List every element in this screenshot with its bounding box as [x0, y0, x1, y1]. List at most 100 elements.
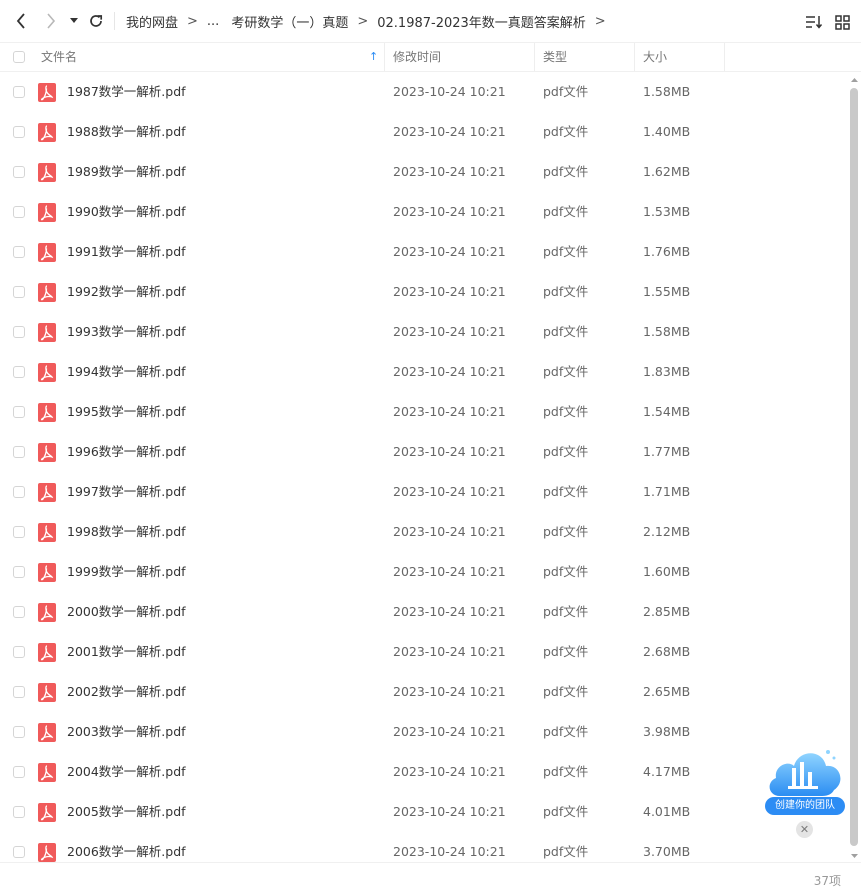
row-checkbox[interactable]	[13, 86, 25, 98]
pdf-file-icon	[38, 443, 56, 462]
row-checkbox[interactable]	[13, 646, 25, 658]
column-divider[interactable]	[534, 43, 535, 71]
file-name[interactable]: 1990数学一解析.pdf	[67, 192, 186, 232]
file-name[interactable]: 2003数学一解析.pdf	[67, 712, 186, 752]
breadcrumb-item-current[interactable]: 02.1987-2023年数一真题答案解析	[377, 12, 586, 31]
file-name[interactable]: 2001数学一解析.pdf	[67, 632, 186, 672]
table-row[interactable]: 1988数学一解析.pdf 2023-10-24 10:21 pdf文件 1.40MB	[0, 112, 848, 152]
table-row[interactable]: 1992数学一解析.pdf 2023-10-24 10:21 pdf文件 1.55MB	[0, 272, 848, 312]
file-name[interactable]: 2005数学一解析.pdf	[67, 792, 186, 832]
row-checkbox[interactable]	[13, 766, 25, 778]
file-name[interactable]: 1993数学一解析.pdf	[67, 312, 186, 352]
row-checkbox[interactable]	[13, 726, 25, 738]
file-name[interactable]: 2002数学一解析.pdf	[67, 672, 186, 712]
breadcrumb-item-ellipsis[interactable]: ...	[207, 14, 219, 29]
table-row[interactable]: 1995数学一解析.pdf 2023-10-24 10:21 pdf文件 1.54MB	[0, 392, 848, 432]
row-checkbox[interactable]	[13, 486, 25, 498]
file-list-header: 文件名 ↑ 修改时间 类型 大小	[0, 42, 861, 72]
create-team-label[interactable]: 创建你的团队	[765, 797, 845, 815]
row-checkbox[interactable]	[13, 686, 25, 698]
row-checkbox[interactable]	[13, 846, 25, 858]
row-checkbox[interactable]	[13, 206, 25, 218]
row-checkbox[interactable]	[13, 326, 25, 338]
row-checkbox[interactable]	[13, 286, 25, 298]
pdf-file-icon	[38, 123, 56, 142]
scrollbar-thumb[interactable]	[850, 88, 858, 846]
table-row[interactable]: 1997数学一解析.pdf 2023-10-24 10:21 pdf文件 1.71MB	[0, 472, 848, 512]
table-row[interactable]: 2004数学一解析.pdf 2023-10-24 10:21 pdf文件 4.17MB	[0, 752, 848, 792]
table-row[interactable]: 1998数学一解析.pdf 2023-10-24 10:21 pdf文件 2.12MB	[0, 512, 848, 552]
file-name[interactable]: 2006数学一解析.pdf	[67, 832, 186, 862]
table-row[interactable]: 1993数学一解析.pdf 2023-10-24 10:21 pdf文件 1.58MB	[0, 312, 848, 352]
grid-view-icon[interactable]	[832, 12, 852, 32]
file-modified-time: 2023-10-24 10:21	[393, 444, 506, 459]
select-all-checkbox[interactable]	[13, 51, 25, 63]
table-row[interactable]: 2001数学一解析.pdf 2023-10-24 10:21 pdf文件 2.68MB	[0, 632, 848, 672]
row-checkbox[interactable]	[13, 166, 25, 178]
row-checkbox[interactable]	[13, 446, 25, 458]
history-dropdown-icon[interactable]	[66, 11, 82, 31]
table-row[interactable]: 2000数学一解析.pdf 2023-10-24 10:21 pdf文件 2.85MB	[0, 592, 848, 632]
file-name[interactable]: 1988数学一解析.pdf	[67, 112, 186, 152]
table-row[interactable]: 1990数学一解析.pdf 2023-10-24 10:21 pdf文件 1.53MB	[0, 192, 848, 232]
row-checkbox[interactable]	[13, 366, 25, 378]
file-name[interactable]: 1999数学一解析.pdf	[67, 552, 186, 592]
row-checkbox[interactable]	[13, 406, 25, 418]
vertical-scrollbar[interactable]	[848, 72, 861, 862]
scroll-down-arrow-icon[interactable]	[848, 848, 861, 862]
back-arrow-icon[interactable]	[11, 11, 31, 31]
row-checkbox[interactable]	[13, 126, 25, 138]
pdf-file-icon	[38, 643, 56, 662]
file-name[interactable]: 1998数学一解析.pdf	[67, 512, 186, 552]
table-row[interactable]: 1996数学一解析.pdf 2023-10-24 10:21 pdf文件 1.77MB	[0, 432, 848, 472]
table-row[interactable]: 2005数学一解析.pdf 2023-10-24 10:21 pdf文件 4.01MB	[0, 792, 848, 832]
file-modified-time: 2023-10-24 10:21	[393, 284, 506, 299]
file-type: pdf文件	[543, 524, 589, 539]
column-header-type[interactable]: 类型	[543, 43, 567, 71]
breadcrumb-item-parent[interactable]: 考研数学（一）真题	[231, 12, 348, 31]
file-modified-time: 2023-10-24 10:21	[393, 564, 506, 579]
row-checkbox[interactable]	[13, 806, 25, 818]
row-checkbox[interactable]	[13, 566, 25, 578]
forward-arrow-icon[interactable]	[41, 11, 61, 31]
table-row[interactable]: 2006数学一解析.pdf 2023-10-24 10:21 pdf文件 3.70MB	[0, 832, 848, 862]
row-checkbox[interactable]	[13, 606, 25, 618]
file-type: pdf文件	[543, 644, 589, 659]
create-team-widget[interactable]: 创建你的团队	[762, 738, 848, 820]
scroll-up-arrow-icon[interactable]	[848, 72, 861, 86]
table-row[interactable]: 1991数学一解析.pdf 2023-10-24 10:21 pdf文件 1.76MB	[0, 232, 848, 272]
refresh-icon[interactable]	[86, 11, 106, 31]
file-type: pdf文件	[543, 684, 589, 699]
file-name[interactable]: 1991数学一解析.pdf	[67, 232, 186, 272]
file-name[interactable]: 1987数学一解析.pdf	[67, 72, 186, 112]
file-name[interactable]: 1992数学一解析.pdf	[67, 272, 186, 312]
column-divider[interactable]	[384, 43, 385, 71]
row-checkbox[interactable]	[13, 246, 25, 258]
close-team-widget-icon[interactable]: ✕	[796, 821, 813, 838]
file-name[interactable]: 1989数学一解析.pdf	[67, 152, 186, 192]
file-name[interactable]: 1995数学一解析.pdf	[67, 392, 186, 432]
column-header-name[interactable]: 文件名	[41, 43, 77, 71]
file-name[interactable]: 1997数学一解析.pdf	[67, 472, 186, 512]
breadcrumb-item-root[interactable]: 我的网盘	[126, 12, 178, 31]
column-header-modified[interactable]: 修改时间	[393, 43, 441, 71]
sort-ascending-icon[interactable]: ↑	[369, 43, 378, 71]
file-modified-time: 2023-10-24 10:21	[393, 404, 506, 419]
table-row[interactable]: 1994数学一解析.pdf 2023-10-24 10:21 pdf文件 1.83MB	[0, 352, 848, 392]
column-divider[interactable]	[634, 43, 635, 71]
file-name[interactable]: 2004数学一解析.pdf	[67, 752, 186, 792]
file-name[interactable]: 1996数学一解析.pdf	[67, 432, 186, 472]
table-row[interactable]: 1989数学一解析.pdf 2023-10-24 10:21 pdf文件 1.62MB	[0, 152, 848, 192]
table-row[interactable]: 2003数学一解析.pdf 2023-10-24 10:21 pdf文件 3.98MB	[0, 712, 848, 752]
file-name[interactable]: 1994数学一解析.pdf	[67, 352, 186, 392]
sort-order-icon[interactable]	[804, 12, 824, 32]
table-row[interactable]: 1999数学一解析.pdf 2023-10-24 10:21 pdf文件 1.60MB	[0, 552, 848, 592]
file-type: pdf文件	[543, 564, 589, 579]
table-row[interactable]: 1987数学一解析.pdf 2023-10-24 10:21 pdf文件 1.58MB	[0, 72, 848, 112]
column-divider[interactable]	[724, 43, 725, 71]
row-checkbox[interactable]	[13, 526, 25, 538]
file-name[interactable]: 2000数学一解析.pdf	[67, 592, 186, 632]
file-size: 1.55MB	[643, 284, 691, 299]
column-header-size[interactable]: 大小	[643, 43, 667, 71]
table-row[interactable]: 2002数学一解析.pdf 2023-10-24 10:21 pdf文件 2.65MB	[0, 672, 848, 712]
